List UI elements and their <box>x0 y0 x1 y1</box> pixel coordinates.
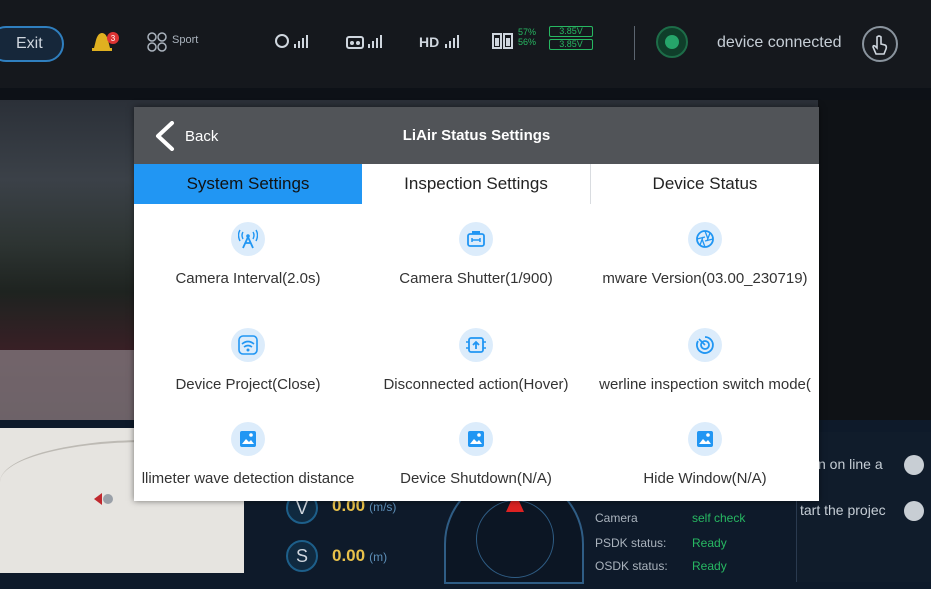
image-icon <box>688 422 722 456</box>
psdk-status-value: Ready <box>692 536 727 550</box>
distance-value: 0.00 (m) <box>332 546 387 566</box>
battery-voltage: 3.85V 3.85V <box>549 26 593 50</box>
toggle-switch-2[interactable] <box>904 501 924 521</box>
target-swirl-icon <box>688 328 722 362</box>
touch-mode-icon[interactable] <box>862 26 898 62</box>
setting-camera-interval[interactable]: Camera Interval(2.0s) <box>134 222 362 318</box>
exit-button[interactable]: Exit <box>0 26 64 62</box>
antenna-icon <box>231 222 265 256</box>
battery-percent-2: 56% <box>518 37 537 47</box>
feed-ground <box>0 350 140 420</box>
remote-signal-icon <box>346 32 386 50</box>
setting-label: mware Version(03.00_230719) <box>602 270 808 287</box>
battery-voltage-2: 3.85V <box>549 39 593 50</box>
flight-mode-label: Sport <box>172 34 199 46</box>
drone-marker-icon <box>92 490 116 508</box>
setting-camera-shutter[interactable]: Camera Shutter(1/900) <box>362 222 590 318</box>
battery-percent: 57% 56% <box>518 27 536 47</box>
propeller-icon <box>147 32 167 52</box>
connection-status: device connected <box>717 34 842 51</box>
setting-device-shutdown[interactable]: Device Shutdown(N/A) <box>362 422 590 518</box>
battery-icon <box>492 32 516 50</box>
tab-device-status[interactable]: Device Status <box>591 164 819 204</box>
image-icon <box>231 422 265 456</box>
distance-number: 0.00 <box>332 546 366 565</box>
setting-firmware-version[interactable]: mware Version(03.00_230719) <box>591 222 819 318</box>
toggle-row-label-1: n on line a <box>818 456 883 472</box>
upload-chip-icon <box>459 328 493 362</box>
settings-dialog: Back LiAir Status Settings System Settin… <box>134 107 819 501</box>
camera-shutter-icon <box>459 222 493 256</box>
app-screen: Exit 3 Sport HD 57% 56% 3.85V 3.85V devi… <box>0 0 931 589</box>
setting-label: Device Project(Close) <box>175 376 321 393</box>
connection-icon <box>656 26 688 58</box>
aperture-icon <box>688 222 722 256</box>
osdk-status-label: OSDK status: <box>595 559 668 573</box>
dialog-title: LiAir Status Settings <box>402 127 551 144</box>
setting-label: llimeter wave detection distance <box>141 470 355 487</box>
psdk-status-label: PSDK status: <box>595 536 667 550</box>
setting-label: Hide Window(N/A) <box>643 470 767 487</box>
setting-label: Disconnected action(Hover) <box>383 376 569 393</box>
hd-label: HD <box>419 34 440 50</box>
divider <box>634 26 635 60</box>
setting-label: Camera Shutter(1/900) <box>399 270 553 287</box>
feed-side-panel <box>818 100 931 420</box>
image-icon <box>459 422 493 456</box>
tab-bar: System Settings Inspection Settings Devi… <box>134 164 819 204</box>
tab-system-settings[interactable]: System Settings <box>134 164 362 204</box>
setting-powerline-switch-mode[interactable]: werline inspection switch mode( <box>591 328 819 424</box>
setting-label: werline inspection switch mode( <box>599 376 811 393</box>
bell-icon[interactable]: 3 <box>90 30 119 54</box>
distance-unit: (m) <box>369 550 388 564</box>
battery-voltage-1: 3.85V <box>549 26 593 37</box>
toggle-switch-1[interactable] <box>904 455 924 475</box>
distance-gauge: S <box>286 540 318 572</box>
tab-inspection-settings[interactable]: Inspection Settings <box>362 164 590 204</box>
hd-signal: HD <box>419 32 465 50</box>
setting-device-project[interactable]: Device Project(Close) <box>134 328 362 424</box>
setting-label: Device Shutdown(N/A) <box>400 470 552 487</box>
setting-hide-window[interactable]: Hide Window(N/A) <box>591 422 819 518</box>
osdk-status-value: Ready <box>692 559 727 573</box>
setting-mmwave-detection-distance[interactable]: llimeter wave detection distance <box>134 422 362 518</box>
status-bar: Exit 3 Sport HD 57% 56% 3.85V 3.85V devi… <box>0 0 931 88</box>
battery-percent-1: 57% <box>518 27 537 37</box>
dialog-header: Back LiAir Status Settings <box>134 107 819 164</box>
wifi-project-icon <box>231 328 265 362</box>
setting-disconnected-action[interactable]: Disconnected action(Hover) <box>362 328 590 424</box>
gps-signal-icon <box>274 32 314 50</box>
bell-badge-count: 3 <box>111 34 116 43</box>
setting-label: Camera Interval(2.0s) <box>175 270 321 287</box>
